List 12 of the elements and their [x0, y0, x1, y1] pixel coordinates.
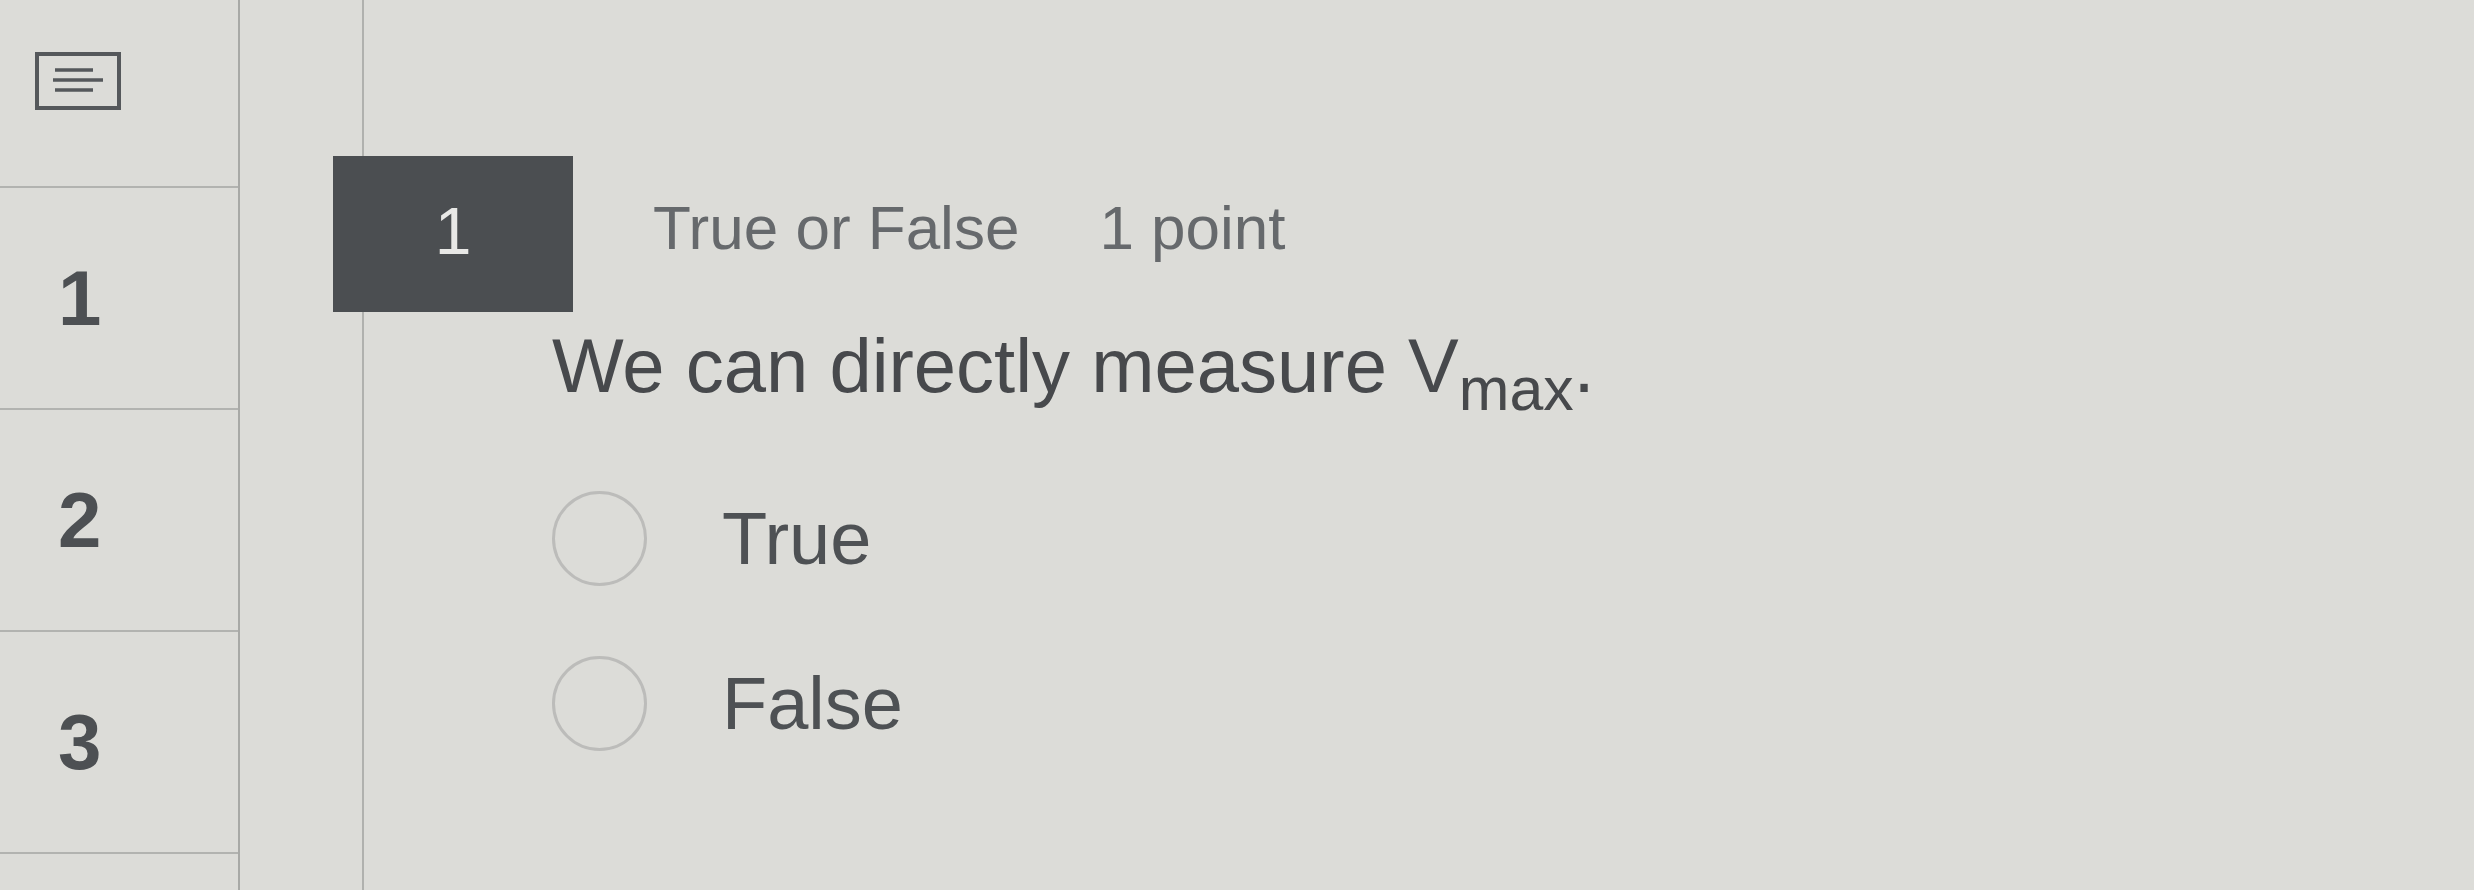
option-label: True: [722, 496, 872, 582]
question-text: We can directly measure V$_{max}$.: [552, 322, 1595, 412]
question-nav-item[interactable]: 2: [0, 410, 238, 632]
question-nav-item[interactable]: 1: [0, 188, 238, 410]
option-label: False: [722, 661, 903, 747]
radio-button[interactable]: [552, 656, 647, 752]
list-icon[interactable]: [35, 52, 121, 110]
radio-button[interactable]: [552, 491, 647, 587]
question-type: True or False: [653, 191, 1020, 263]
question-number: 1: [333, 156, 573, 312]
question-nav-item[interactable]: 3: [0, 632, 238, 854]
question-points: 1 point: [1099, 191, 1286, 263]
